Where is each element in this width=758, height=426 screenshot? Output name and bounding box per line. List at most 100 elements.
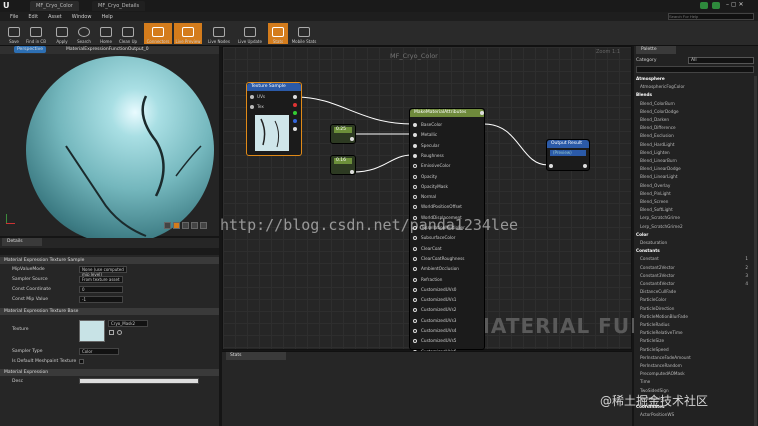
uvs-input-pin[interactable] xyxy=(250,95,254,99)
attribute-input-pin[interactable] xyxy=(413,256,417,261)
palette-category[interactable]: Color xyxy=(634,232,752,239)
palette-item-label: Constant3Vector xyxy=(640,272,675,278)
palette-item-label: Blend_PinLight xyxy=(640,190,671,196)
attribute-pin-label: Refraction xyxy=(421,276,443,282)
palette-item[interactable]: Constant4Vector 4 xyxy=(634,281,752,288)
palette-category[interactable]: Atmosphere xyxy=(634,76,752,83)
attribute-pin-label: CustomizedUVs4 xyxy=(421,328,457,333)
attribute-input-pin[interactable] xyxy=(413,298,417,303)
palette-item[interactable]: Blend_ColorDodge xyxy=(634,109,752,116)
palette-item-hotkey: 3 xyxy=(745,272,748,278)
attribute-input-pin[interactable] xyxy=(413,339,417,344)
attribute-input-pin[interactable] xyxy=(413,277,417,282)
palette-item[interactable]: Lerp_ScratchGrime xyxy=(634,215,752,222)
b-output-pin[interactable] xyxy=(293,119,297,123)
stats-tab[interactable]: Stats xyxy=(226,352,286,360)
palette-item[interactable]: ParticleDirection xyxy=(634,306,752,313)
r-output-pin[interactable] xyxy=(293,103,297,107)
corner-watermark: @稀土掘金技术社区 xyxy=(600,394,709,408)
palette-item[interactable]: Blend_LinearLight xyxy=(634,174,752,181)
palette-item[interactable]: DistanceCullFade xyxy=(634,289,752,296)
palette-tab[interactable]: Palette xyxy=(636,46,676,54)
palette-item[interactable]: Constant3Vector 3 xyxy=(634,273,752,280)
palette-item[interactable]: Blend_PinLight xyxy=(634,191,752,198)
palette-item[interactable]: ParticleSize xyxy=(634,338,752,345)
palette-item[interactable]: ParticleSpeed xyxy=(634,347,752,354)
palette-item[interactable]: ActorPositionWS xyxy=(634,412,752,419)
palette-item-label: Blend_LinearBurn xyxy=(640,158,677,163)
palette-item-label: Constant xyxy=(640,256,659,262)
palette-item-label: ParticleRelativeTime xyxy=(640,330,683,336)
rgb-output-pin[interactable] xyxy=(293,95,297,99)
palette-item[interactable]: ParticleRadius xyxy=(634,322,752,329)
palette-item[interactable]: ParticleColor xyxy=(634,297,752,304)
attribute-input-pin[interactable] xyxy=(413,246,417,251)
palette-item[interactable]: Blend_Overlay xyxy=(634,183,752,190)
attribute-pin-label: BaseColor xyxy=(421,122,443,127)
palette-item[interactable]: AtmosphericFogColor xyxy=(634,84,752,91)
constant-output-pin-2[interactable] xyxy=(350,170,354,174)
attribute-input-pin[interactable] xyxy=(413,267,417,272)
palette-category[interactable]: Constants xyxy=(634,248,752,255)
palette-scrollbar[interactable] xyxy=(754,76,757,426)
attribute-input-pin[interactable] xyxy=(413,195,417,200)
attribute-input-pin[interactable] xyxy=(413,318,417,323)
attribute-input-pin[interactable] xyxy=(413,236,417,241)
palette-item[interactable]: Blend_SoftLight xyxy=(634,207,752,214)
palette-item[interactable]: Blend_Exclusion xyxy=(634,133,752,140)
palette-item[interactable]: Blend_LinearDodge xyxy=(634,166,752,173)
palette-item[interactable]: Blend_ColorBurn xyxy=(634,101,752,108)
constant-node-1[interactable]: 0.25 xyxy=(330,124,356,144)
attribute-pin-label: Roughness xyxy=(421,152,444,158)
palette-item-label: Atmosphere xyxy=(636,76,665,81)
constant-node-2[interactable]: 0.16 xyxy=(330,155,356,175)
palette-item-label: Blend_ColorDodge xyxy=(640,108,679,114)
palette-item[interactable]: Constant 1 xyxy=(634,256,752,263)
attribute-input-pin[interactable] xyxy=(413,153,417,158)
attribute-pin-label: EmissiveColor xyxy=(421,163,451,169)
attribute-input-pin[interactable] xyxy=(413,174,417,179)
output-result-node[interactable]: Output Result (Preview) xyxy=(546,139,590,171)
texture-sample-node[interactable]: Texture Sample UVs Tex xyxy=(246,82,302,156)
attribute-pin-label: CustomizedUVs2 xyxy=(421,307,457,313)
constant-output-pin-1[interactable] xyxy=(350,137,354,141)
palette-search-input[interactable] xyxy=(636,66,754,73)
palette-item[interactable]: PrecomputedAOMask xyxy=(634,371,752,378)
palette-item-label: Lerp_ScratchGrime2 xyxy=(640,223,683,229)
make-attributes-output-pin[interactable] xyxy=(480,111,484,115)
palette-category[interactable]: Blends xyxy=(634,92,752,99)
attribute-pin-label: CustomizedUVs0 xyxy=(421,286,457,292)
palette-item[interactable]: Lerp_ScratchGrime2 xyxy=(634,224,752,231)
palette-item[interactable]: ParticleMotionBlurFade xyxy=(634,314,752,321)
attribute-input-pin[interactable] xyxy=(413,164,417,169)
attribute-input-pin[interactable] xyxy=(413,287,417,292)
palette-item[interactable]: PerInstanceRandom xyxy=(634,363,752,370)
palette-item[interactable]: PerInstanceFadeAmount xyxy=(634,355,752,362)
g-output-pin[interactable] xyxy=(293,111,297,115)
output-pin[interactable] xyxy=(583,164,587,168)
palette-item[interactable]: Time xyxy=(634,379,752,386)
attribute-input-pin[interactable] xyxy=(413,308,417,313)
category-select[interactable]: All xyxy=(688,57,754,64)
palette-item[interactable]: Blend_LinearBurn xyxy=(634,158,752,165)
attribute-input-pin[interactable] xyxy=(413,329,417,333)
palette-item[interactable]: Blend_HardLight xyxy=(634,142,752,149)
attribute-input-pin[interactable] xyxy=(413,143,417,148)
attribute-input-pin[interactable] xyxy=(413,123,417,127)
a-output-pin[interactable] xyxy=(293,127,297,131)
palette-item[interactable]: Desaturation xyxy=(634,240,752,247)
attribute-pin-label: ClearCoatRoughness xyxy=(421,255,465,261)
tex-input-pin[interactable] xyxy=(250,105,254,109)
palette-item-label: Blend_Difference xyxy=(640,125,676,131)
attribute-input-pin[interactable] xyxy=(413,184,417,189)
palette-item[interactable]: ParticleRelativeTime xyxy=(634,330,752,337)
make-attributes-title: MakeMaterialAttributes xyxy=(410,109,484,117)
attribute-input-pin[interactable] xyxy=(413,205,417,210)
palette-item[interactable]: Constant2Vector 2 xyxy=(634,265,752,272)
palette-item[interactable]: Blend_Difference xyxy=(634,125,752,132)
attribute-input-pin[interactable] xyxy=(413,133,417,138)
output-input-pin[interactable] xyxy=(549,164,553,168)
palette-item[interactable]: Blend_Lighten xyxy=(634,150,752,157)
palette-item[interactable]: Blend_Screen xyxy=(634,199,752,206)
palette-item[interactable]: Blend_Darken xyxy=(634,117,752,124)
